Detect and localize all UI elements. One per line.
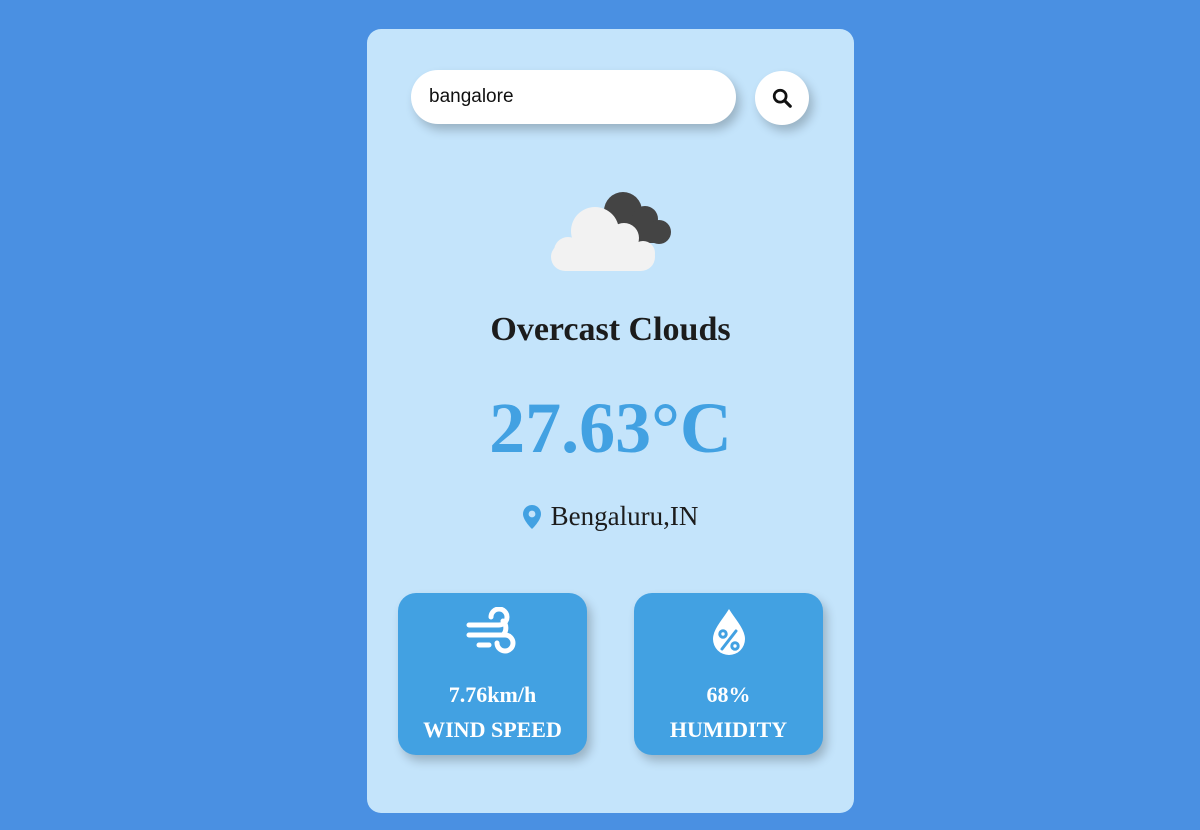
humidity-label: HUMIDITY: [669, 717, 788, 742]
search-input[interactable]: [411, 70, 736, 124]
overcast-clouds-icon: [551, 192, 671, 271]
location: Bengaluru,IN: [367, 501, 854, 532]
wind-speed-card: 7.76km/h WIND SPEED: [398, 593, 587, 755]
weather-card: Overcast Clouds 27.63°C Bengaluru,IN 7.7…: [367, 29, 854, 813]
search-icon: [772, 88, 792, 108]
weather-description: Overcast Clouds: [490, 311, 731, 348]
wind-speed-label: WIND SPEED: [423, 717, 562, 742]
humidity-value: 68%: [706, 682, 751, 707]
humidity-card: 68% HUMIDITY: [634, 593, 823, 755]
location-name: Bengaluru,IN: [550, 501, 699, 531]
wind-icon: [466, 607, 515, 654]
temperature-value: 27.63°C: [489, 388, 732, 468]
search-button[interactable]: [755, 71, 809, 125]
humidity-drop-icon: [712, 609, 745, 655]
location-pin-icon: [522, 504, 541, 529]
wind-speed-value: 7.76km/h: [448, 682, 537, 707]
